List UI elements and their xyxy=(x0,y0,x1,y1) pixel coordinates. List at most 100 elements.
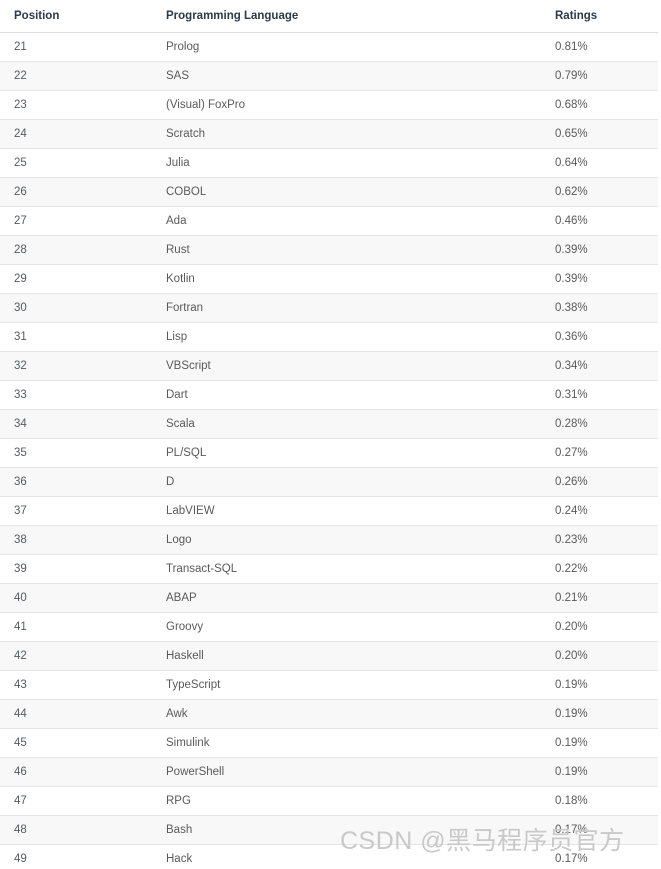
cell-programming-language: Julia xyxy=(156,148,549,178)
cell-position: 45 xyxy=(0,728,156,758)
cell-ratings: 0.31% xyxy=(549,380,658,410)
cell-ratings: 0.27% xyxy=(549,438,658,468)
table-row: 30 Fortran 0.38% xyxy=(0,293,658,323)
cell-programming-language: Ada xyxy=(156,206,549,236)
table-header-row: Position Programming Language Ratings xyxy=(0,0,658,33)
cell-position: 21 xyxy=(0,32,156,62)
cell-ratings: 0.19% xyxy=(549,699,658,729)
cell-programming-language: VBScript xyxy=(156,351,549,381)
table-row: 40 ABAP 0.21% xyxy=(0,583,658,613)
cell-ratings: 0.36% xyxy=(549,322,658,352)
cell-ratings: 0.19% xyxy=(549,757,658,787)
table-row: 32 VBScript 0.34% xyxy=(0,351,658,381)
cell-programming-language: Simulink xyxy=(156,728,549,758)
cell-ratings: 0.79% xyxy=(549,61,658,91)
table-row: 37 LabVIEW 0.24% xyxy=(0,496,658,526)
table-row: 39 Transact-SQL 0.22% xyxy=(0,554,658,584)
cell-position: 26 xyxy=(0,177,156,207)
table-row: 27 Ada 0.46% xyxy=(0,206,658,236)
table-row: 34 Scala 0.28% xyxy=(0,409,658,439)
cell-ratings: 0.46% xyxy=(549,206,658,236)
cell-programming-language: COBOL xyxy=(156,177,549,207)
table-row: 49 Hack 0.17% xyxy=(0,844,658,869)
cell-position: 39 xyxy=(0,554,156,584)
table-row: 28 Rust 0.39% xyxy=(0,235,658,265)
column-header-position: Position xyxy=(0,0,156,33)
cell-programming-language: Hack xyxy=(156,844,549,869)
cell-position: 23 xyxy=(0,90,156,120)
cell-programming-language: Scratch xyxy=(156,119,549,149)
cell-position: 33 xyxy=(0,380,156,410)
cell-position: 44 xyxy=(0,699,156,729)
cell-position: 41 xyxy=(0,612,156,642)
table-row: 22 SAS 0.79% xyxy=(0,61,658,91)
cell-programming-language: Awk xyxy=(156,699,549,729)
table-row: 23 (Visual) FoxPro 0.68% xyxy=(0,90,658,120)
cell-ratings: 0.20% xyxy=(549,641,658,671)
cell-ratings: 0.28% xyxy=(549,409,658,439)
cell-ratings: 0.65% xyxy=(549,119,658,149)
cell-programming-language: TypeScript xyxy=(156,670,549,700)
cell-programming-language: Fortran xyxy=(156,293,549,323)
table-row: 38 Logo 0.23% xyxy=(0,525,658,555)
table-row: 46 PowerShell 0.19% xyxy=(0,757,658,787)
cell-ratings: 0.38% xyxy=(549,293,658,323)
cell-position: 29 xyxy=(0,264,156,294)
table-row: 36 D 0.26% xyxy=(0,467,658,497)
cell-programming-language: Rust xyxy=(156,235,549,265)
cell-ratings: 0.34% xyxy=(549,351,658,381)
table-row: 41 Groovy 0.20% xyxy=(0,612,658,642)
cell-programming-language: RPG xyxy=(156,786,549,816)
cell-ratings: 0.39% xyxy=(549,235,658,265)
cell-ratings: 0.24% xyxy=(549,496,658,526)
cell-position: 36 xyxy=(0,467,156,497)
cell-programming-language: Bash xyxy=(156,815,549,845)
cell-position: 22 xyxy=(0,61,156,91)
cell-ratings: 0.23% xyxy=(549,525,658,555)
table-header: Position Programming Language Ratings xyxy=(0,0,658,33)
cell-programming-language: Dart xyxy=(156,380,549,410)
table-row: 44 Awk 0.19% xyxy=(0,699,658,729)
column-header-ratings: Ratings xyxy=(549,0,658,33)
cell-position: 34 xyxy=(0,409,156,439)
cell-programming-language: LabVIEW xyxy=(156,496,549,526)
cell-programming-language: Prolog xyxy=(156,32,549,62)
cell-position: 38 xyxy=(0,525,156,555)
cell-programming-language: Scala xyxy=(156,409,549,439)
cell-position: 40 xyxy=(0,583,156,613)
cell-ratings: 0.81% xyxy=(549,32,658,62)
cell-programming-language: Lisp xyxy=(156,322,549,352)
cell-ratings: 0.64% xyxy=(549,148,658,178)
cell-programming-language: Transact-SQL xyxy=(156,554,549,584)
cell-position: 28 xyxy=(0,235,156,265)
cell-ratings: 0.21% xyxy=(549,583,658,613)
table-row: 35 PL/SQL 0.27% xyxy=(0,438,658,468)
table-row: 24 Scratch 0.65% xyxy=(0,119,658,149)
cell-position: 48 xyxy=(0,815,156,845)
cell-ratings: 0.19% xyxy=(549,670,658,700)
cell-ratings: 0.22% xyxy=(549,554,658,584)
page-root: Position Programming Language Ratings 21… xyxy=(0,0,661,869)
cell-programming-language: Kotlin xyxy=(156,264,549,294)
table-row: 31 Lisp 0.36% xyxy=(0,322,658,352)
table-row: 25 Julia 0.64% xyxy=(0,148,658,178)
cell-programming-language: ABAP xyxy=(156,583,549,613)
table-row: 43 TypeScript 0.19% xyxy=(0,670,658,700)
cell-position: 46 xyxy=(0,757,156,787)
cell-ratings: 0.68% xyxy=(549,90,658,120)
cell-position: 43 xyxy=(0,670,156,700)
cell-programming-language: Groovy xyxy=(156,612,549,642)
table-row: 42 Haskell 0.20% xyxy=(0,641,658,671)
cell-programming-language: (Visual) FoxPro xyxy=(156,90,549,120)
cell-position: 32 xyxy=(0,351,156,381)
cell-ratings: 0.20% xyxy=(549,612,658,642)
table-body: 21 Prolog 0.81% 22 SAS 0.79% 23 (Visual) FoxPro… xyxy=(0,32,658,869)
table-row: 47 RPG 0.18% xyxy=(0,786,658,816)
cell-position: 49 xyxy=(0,844,156,869)
cell-ratings: 0.39% xyxy=(549,264,658,294)
cell-position: 30 xyxy=(0,293,156,323)
table-row: 45 Simulink 0.19% xyxy=(0,728,658,758)
cell-ratings: 0.26% xyxy=(549,467,658,497)
cell-position: 31 xyxy=(0,322,156,352)
table-row: 29 Kotlin 0.39% xyxy=(0,264,658,294)
